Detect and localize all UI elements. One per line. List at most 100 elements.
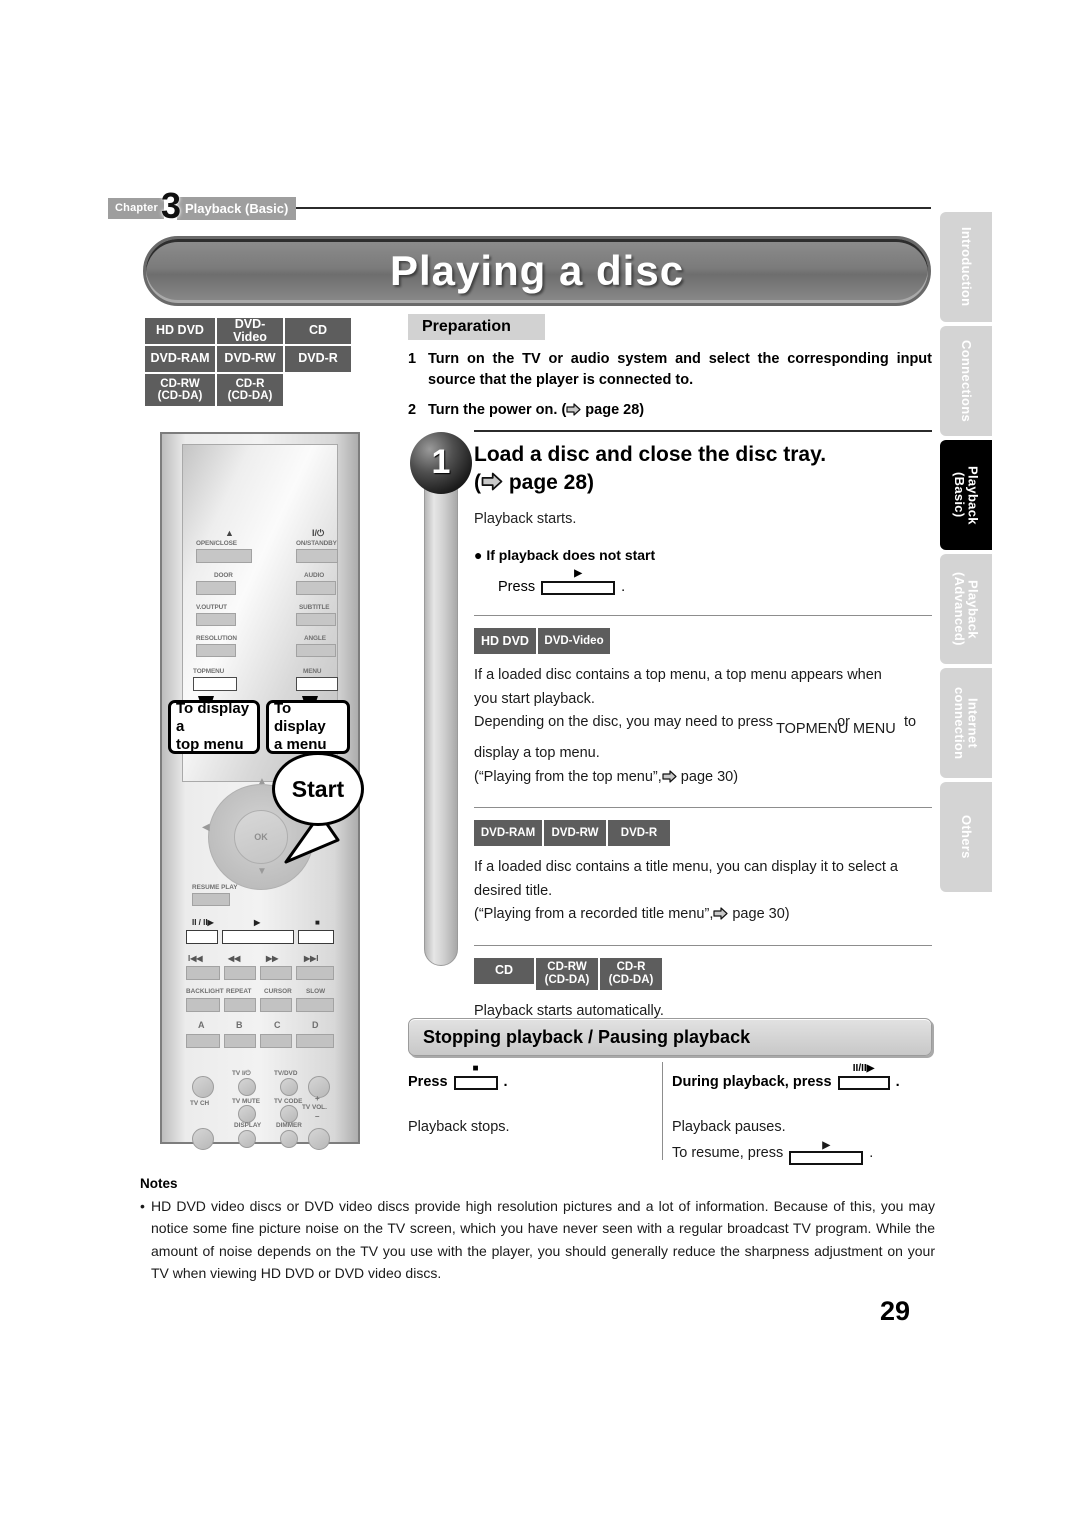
repeat-button[interactable] — [224, 998, 256, 1012]
page-number: 29 — [880, 1296, 911, 1326]
on-standby-button[interactable] — [296, 549, 338, 563]
power-icon: I/⏻ — [312, 528, 325, 538]
step-1-title-line2-a: ( — [474, 470, 481, 494]
callout-top-menu-line2: top menu — [176, 735, 244, 753]
tv-dvd-button[interactable] — [280, 1078, 298, 1096]
fast-forward-icon: ▶▶ — [266, 954, 279, 963]
cursor-button[interactable] — [260, 998, 292, 1012]
skip-forward-icon: ▶▶I — [304, 954, 319, 963]
backlight-label: BACKLIGHT — [186, 988, 224, 995]
b-label: B — [236, 1020, 243, 1030]
resolution-button[interactable] — [196, 644, 236, 657]
door-button[interactable] — [196, 581, 236, 595]
sidebar-tab-connections[interactable]: Connections — [940, 326, 992, 436]
pause-button[interactable] — [186, 930, 218, 944]
disc-badge-cd-rw-line2: (CD-DA) — [157, 390, 203, 402]
pause-body-line2: To resume, press ▶ . — [672, 1141, 934, 1166]
callout-top-menu: To display a top menu — [168, 700, 260, 754]
disc-badge-cd-rw-line1: CD-RW — [547, 961, 587, 974]
sidebar-tab-internet-connection[interactable]: Internet connection — [940, 668, 992, 778]
step-number-badge: 1 — [410, 432, 472, 494]
display-button[interactable] — [238, 1130, 256, 1148]
skip-back-button[interactable] — [186, 966, 220, 980]
sidebar-tab-others[interactable]: Others — [940, 782, 992, 892]
tv-ch-up-button[interactable] — [192, 1076, 214, 1098]
disc-badge-dvd-rw: DVD-RW — [217, 346, 283, 372]
skip-forward-button[interactable] — [296, 966, 334, 980]
audio-button[interactable] — [296, 581, 336, 595]
callout-start: Start — [272, 752, 364, 826]
rewind-button[interactable] — [224, 966, 256, 980]
sidebar-tab-internet-connection-line1: Internet — [965, 697, 981, 749]
b-button[interactable] — [224, 1034, 256, 1048]
tv-code-button[interactable] — [280, 1105, 298, 1123]
play-key-glyph: ▶ — [574, 568, 582, 580]
step-rail-bar — [424, 454, 458, 966]
stop-head: Press ■ . — [408, 1064, 660, 1090]
tv-vol-label: TV VOL. — [302, 1104, 327, 1111]
remote-lower-panel: RESUME PLAY II / II▶ ▶ ■ I◀◀ ◀◀ ▶▶ ▶▶I B… — [182, 884, 338, 1060]
a-button[interactable] — [186, 1034, 220, 1048]
sidebar-tab-playback-advanced-line1: Playback — [965, 579, 981, 639]
pause-key-graphic: II/II▶ — [837, 1064, 890, 1090]
callout-menu-text: To display a menu — [269, 700, 347, 753]
step-1-title: Load a disc and close the disc tray. ( p… — [474, 441, 932, 498]
resume-play-button[interactable] — [192, 893, 230, 906]
disc-type-row-cd: CD CD-RW (CD-DA) CD-R (CD-DA) — [474, 957, 932, 992]
angle-button[interactable] — [296, 644, 336, 657]
open-close-button[interactable] — [196, 549, 252, 563]
tv-power-button[interactable] — [238, 1078, 256, 1096]
stop-button[interactable] — [298, 930, 334, 944]
sidebar-tab-playback-advanced-label: Playback (Advanced) — [952, 572, 981, 646]
callout-top-menu-line1: To display a — [176, 700, 250, 736]
step-number: 1 — [431, 443, 451, 481]
notes-heading: Notes — [140, 1176, 178, 1191]
subtitle-button[interactable] — [296, 613, 336, 626]
disc-type-row-dvd: DVD-RAM DVD-RW DVD-R — [474, 820, 932, 848]
block-2-line5-b: page 30) — [728, 906, 790, 923]
divider — [474, 944, 932, 946]
eject-icon: ▲ — [225, 528, 234, 538]
pause-icon: II / II▶ — [192, 918, 214, 927]
disc-badge-cd-rw: CD-RW (CD-DA) — [145, 374, 215, 406]
disc-badge-cd: CD — [474, 957, 534, 984]
block-2-text: If a loaded disc contains a title menu, … — [474, 856, 932, 928]
repeat-label: REPEAT — [226, 988, 252, 995]
callout-menu-line1: To display — [274, 700, 326, 736]
dimmer-button[interactable] — [280, 1130, 298, 1148]
preparation-item-2-number: 2 — [408, 402, 417, 419]
tv-power-label: TV I/⏻ — [232, 1070, 251, 1077]
sidebar-tab-others-label: Others — [958, 815, 974, 859]
stopping-playback-column: Press ■ . Playback stops. — [408, 1064, 660, 1139]
disc-badge-dvd-ram: DVD-RAM — [145, 346, 215, 372]
tv-ch-down-button[interactable] — [192, 1128, 214, 1150]
tv-mute-button[interactable] — [238, 1105, 256, 1123]
c-button[interactable] — [260, 1034, 292, 1048]
disc-badge-cd-r-line2: (CD-DA) — [227, 390, 273, 402]
sidebar-tab-playback-advanced[interactable]: Playback (Advanced) — [940, 554, 992, 664]
pause-head: During playback, press II/II▶ . — [672, 1064, 934, 1090]
block-1-line3-b: to — [903, 714, 917, 731]
v-output-button[interactable] — [196, 613, 236, 626]
disc-badge-cd-r: CD-R (CD-DA) — [600, 957, 662, 990]
fast-forward-button[interactable] — [260, 966, 292, 980]
manual-page: Chapter 3 Playback (Basic) Playing a dis… — [0, 0, 1080, 1528]
sidebar-tab-internet-connection-line2: connection — [952, 686, 967, 760]
disc-key-row: DVD-RAM DVD-RW DVD-R — [145, 346, 353, 374]
block-2-line5-a: (“Playing from a recorded title menu”, — [474, 906, 714, 923]
page-arrow-icon — [662, 768, 677, 791]
on-standby-label: ON/STANDBY — [296, 540, 337, 547]
play-key-graphic: ▶ — [541, 568, 616, 596]
sidebar-tab-introduction[interactable]: Introduction — [940, 212, 992, 322]
sidebar-tab-playback-basic[interactable]: Playback (Basic) — [940, 440, 992, 550]
tv-vol-down-button[interactable] — [308, 1128, 330, 1150]
step-1-sub: Playback starts. — [474, 511, 577, 528]
backlight-button[interactable] — [186, 998, 220, 1012]
play-button[interactable] — [222, 930, 294, 944]
d-button[interactable] — [296, 1034, 334, 1048]
dpad-left-icon: ◀ — [202, 822, 210, 833]
slow-button[interactable] — [296, 998, 334, 1012]
disc-key-row: HD DVD DVD-Video CD — [145, 317, 353, 346]
divider — [474, 807, 932, 809]
sidebar-tab-internet-connection-label: Internet connection — [952, 686, 981, 760]
